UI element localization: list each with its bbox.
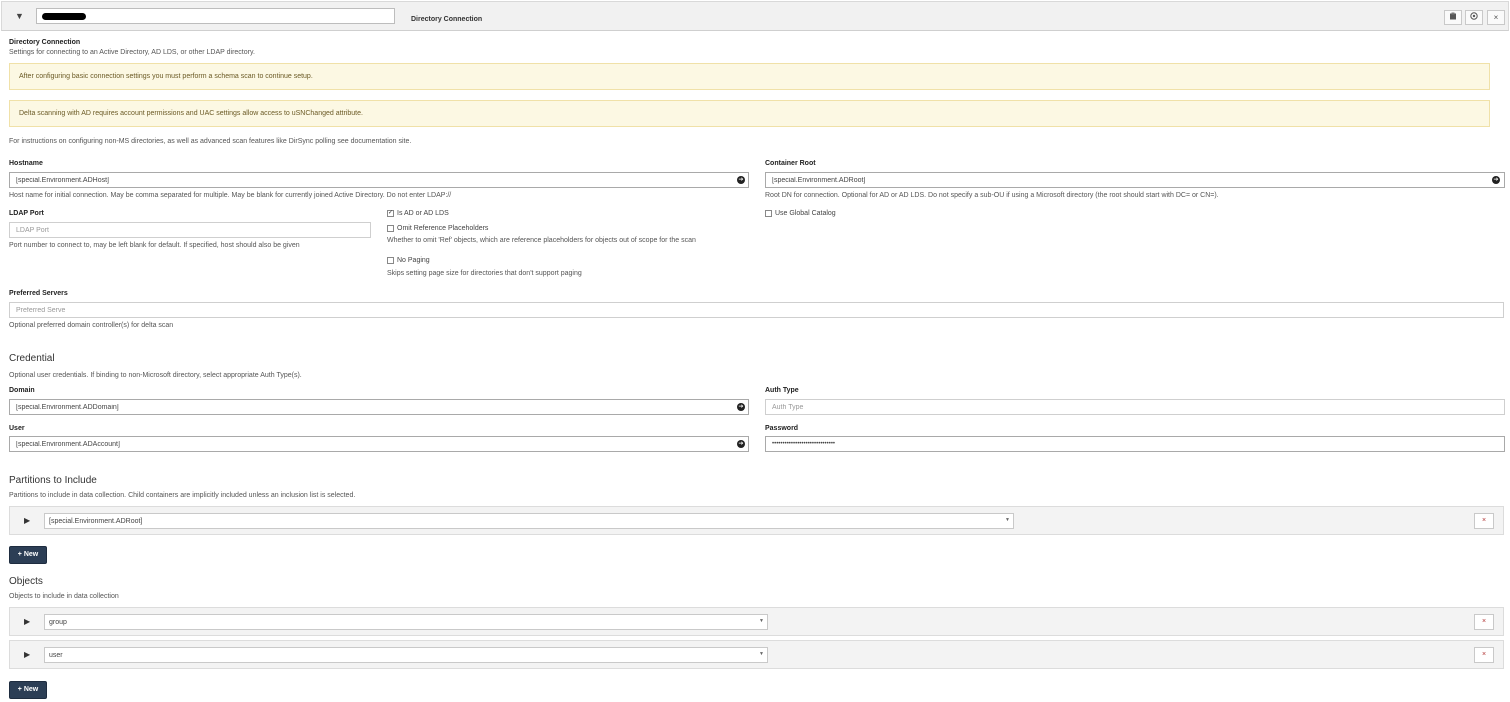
partitions-title: Partitions to Include	[9, 475, 97, 486]
panel-header: ▼ Directory Connection ×	[1, 1, 1509, 31]
remove-partition-button[interactable]: ×	[1474, 513, 1494, 529]
close-icon: ×	[1493, 13, 1499, 22]
delta-scan-alert: Delta scanning with AD requires account …	[9, 100, 1490, 127]
close-button[interactable]: ×	[1487, 10, 1505, 25]
no-paging-label: No Paging	[397, 257, 430, 264]
no-paging-checkbox[interactable]	[387, 257, 394, 264]
close-icon: ×	[1481, 618, 1487, 625]
object-select-value: group	[49, 619, 67, 626]
auth-type-input[interactable]	[765, 399, 1505, 415]
user-input[interactable]	[9, 436, 749, 452]
expand-caret-icon[interactable]: ▶	[24, 617, 30, 626]
variable-picker-icon[interactable]: ➔	[737, 403, 745, 411]
clipboard-button[interactable]	[1444, 10, 1462, 25]
omit-ref-help: Whether to omit 'Ref' objects, which are…	[387, 237, 696, 244]
container-root-label: Container Root	[765, 160, 816, 167]
object-select[interactable]: user ▼	[44, 647, 768, 663]
close-icon: ×	[1481, 651, 1487, 658]
preferred-servers-input[interactable]	[9, 302, 1504, 318]
container-root-help: Root DN for connection. Optional for AD …	[765, 192, 1219, 199]
remove-object-button[interactable]: ×	[1474, 647, 1494, 663]
expand-caret-icon[interactable]: ▶	[24, 516, 30, 525]
section-heading: Directory Connection	[9, 39, 81, 46]
partitions-help: Partitions to include in data collection…	[9, 492, 356, 499]
schema-scan-alert: After configuring basic connection setti…	[9, 63, 1490, 90]
target-button[interactable]	[1465, 10, 1483, 25]
partition-select-value: [special.Environment.ADRoot]	[49, 518, 143, 525]
object-select-value: user	[49, 652, 63, 659]
new-object-button[interactable]: + New	[9, 681, 47, 699]
object-select[interactable]: group ▼	[44, 614, 768, 630]
objects-title: Objects	[9, 576, 43, 587]
new-partition-button[interactable]: + New	[9, 546, 47, 564]
redacted-text	[42, 13, 86, 20]
chevron-down-icon: ▼	[759, 651, 764, 657]
auth-type-label: Auth Type	[765, 387, 799, 394]
ldap-port-help: Port number to connect to, may be left b…	[9, 242, 300, 249]
objects-help: Objects to include in data collection	[9, 593, 119, 600]
chevron-down-icon: ▼	[1005, 517, 1010, 523]
domain-label: Domain	[9, 387, 35, 394]
password-input[interactable]	[765, 436, 1505, 452]
partition-select[interactable]: [special.Environment.ADRoot] ▼	[44, 513, 1014, 529]
chevron-down-icon: ▼	[759, 618, 764, 624]
credential-title: Credential	[9, 353, 55, 364]
variable-picker-icon[interactable]: ➔	[737, 176, 745, 184]
hostname-help: Host name for initial connection. May be…	[9, 192, 452, 199]
domain-input[interactable]	[9, 399, 749, 415]
no-paging-help: Skips setting page size for directories …	[387, 270, 582, 277]
global-catalog-checkbox[interactable]	[765, 210, 772, 217]
container-root-input[interactable]	[765, 172, 1505, 188]
variable-picker-icon[interactable]: ➔	[737, 440, 745, 448]
user-label: User	[9, 425, 25, 432]
collapse-caret-icon[interactable]: ▼	[15, 11, 24, 21]
partition-row: ▶ [special.Environment.ADRoot] ▼ ×	[9, 506, 1504, 535]
target-icon	[1470, 12, 1478, 20]
ldap-port-label: LDAP Port	[9, 210, 44, 217]
clipboard-icon	[1450, 12, 1456, 20]
is-ad-checkbox[interactable]: ✓	[387, 210, 394, 217]
credential-help: Optional user credentials. If binding to…	[9, 372, 302, 379]
password-label: Password	[765, 425, 799, 432]
object-row: ▶ group ▼ ×	[9, 607, 1504, 636]
hostname-input[interactable]	[9, 172, 749, 188]
hostname-label: Hostname	[9, 160, 43, 167]
omit-ref-label: Omit Reference Placeholders	[397, 225, 489, 232]
remove-object-button[interactable]: ×	[1474, 614, 1494, 630]
header-title: Directory Connection	[411, 16, 483, 23]
global-catalog-label: Use Global Catalog	[775, 210, 836, 217]
expand-caret-icon[interactable]: ▶	[24, 650, 30, 659]
omit-ref-checkbox[interactable]	[387, 225, 394, 232]
close-icon: ×	[1481, 517, 1487, 524]
instructions-text: For instructions on configuring non-MS d…	[9, 138, 412, 145]
object-row: ▶ user ▼ ×	[9, 640, 1504, 669]
is-ad-label: Is AD or AD LDS	[397, 210, 449, 217]
preferred-servers-help: Optional preferred domain controller(s) …	[9, 322, 174, 329]
section-subtitle: Settings for connecting to an Active Dir…	[9, 49, 255, 56]
connection-name-input[interactable]	[36, 8, 395, 24]
preferred-servers-label: Preferred Servers	[9, 290, 68, 297]
ldap-port-input[interactable]	[9, 222, 371, 238]
variable-picker-icon[interactable]: ➔	[1492, 176, 1500, 184]
